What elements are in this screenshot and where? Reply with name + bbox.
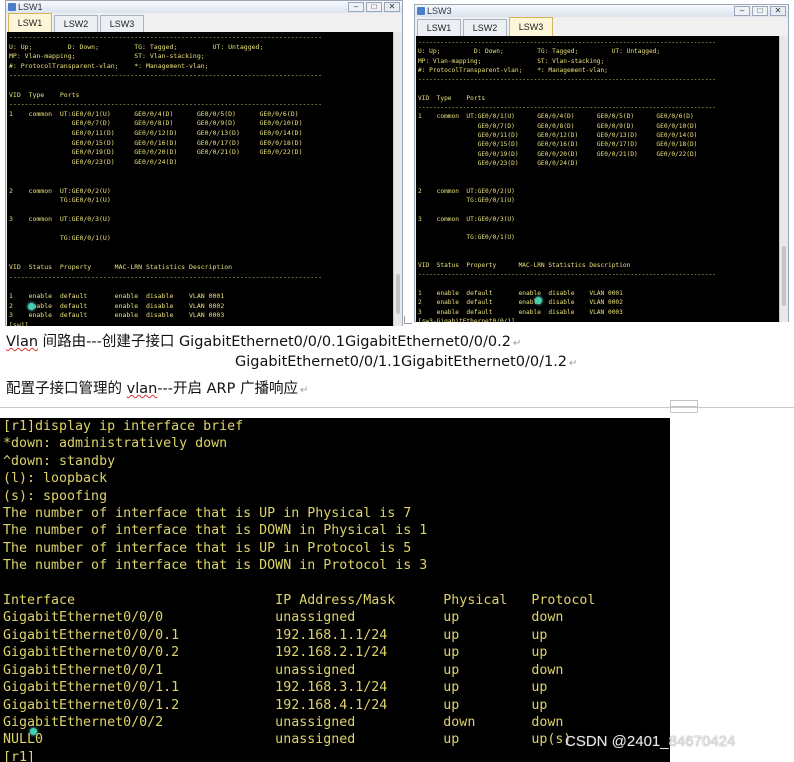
mouse-cursor-icon [535,297,542,304]
lsw1-terminal-output: ----------------------------------------… [9,33,323,326]
tab-lsw3[interactable]: LSW3 [509,17,553,36]
doc-line-3-a: 配置子接口管理的 [6,381,127,397]
maximize-button[interactable]: □ [366,2,382,12]
tab-lsw2[interactable]: LSW2 [463,19,507,36]
lsw1-window: LSW1 – □ ✕ LSW1 LSW2 LSW3 --------------… [5,0,403,326]
lsw3-titlebar: LSW3 – □ ✕ [415,5,788,17]
lsw3-tabbar: LSW1 LSW2 LSW3 [417,17,555,36]
doc-line-1: Vlan 间路由---创建子接口 GigabitEthernet0/0/0.1G… [6,330,521,351]
close-button[interactable]: ✕ [770,6,786,16]
doc-line-2: GigabitEthernet0/0/1.1GigabitEthernet0/0… [235,354,577,370]
close-button[interactable]: ✕ [384,2,400,12]
scroll-thumb[interactable] [782,246,786,306]
scroll-thumb[interactable] [396,274,400,314]
router-terminal[interactable]: [r1]display ip interface brief *down: ad… [0,418,670,762]
lsw3-title: LSW3 [427,6,452,16]
maximize-button[interactable]: □ [752,6,768,16]
tab-lsw1[interactable]: LSW1 [417,19,461,36]
watermark: CSDN @2401_84670424 [565,733,736,750]
lsw3-terminal-output: ----------------------------------------… [418,39,717,322]
corner-mark [404,316,412,324]
table-handle-icon [670,400,698,413]
app-icon [417,7,425,15]
doc-vlan-word: vlan [126,381,158,397]
tab-lsw2[interactable]: LSW2 [54,15,98,32]
lsw1-scrollbar[interactable] [393,32,402,326]
router-terminal-output: [r1]display ip interface brief *down: ad… [3,419,596,762]
tab-lsw3[interactable]: LSW3 [100,15,144,32]
paragraph-mark-icon: ↵ [512,338,522,349]
lsw1-title: LSW1 [18,2,43,12]
doc-vlan-word: Vlan [6,334,39,350]
doc-line-3-c: ---开启 ARP 广播响应 [157,381,298,397]
lsw1-tabbar: LSW1 LSW2 LSW3 [8,13,146,32]
paragraph-mark-icon: ↵ [299,385,309,396]
window-controls: – □ ✕ [734,6,786,16]
doc-line-1-text: 间路由---创建子接口 GigabitEthernet0/0/0.1Gigabi… [38,334,511,350]
lsw3-scrollbar[interactable] [779,36,788,322]
mouse-cursor-icon [30,728,37,735]
lsw1-titlebar: LSW1 – □ ✕ [6,1,402,13]
lsw3-window: LSW3 – □ ✕ LSW1 LSW2 LSW3 --------------… [414,4,789,322]
mouse-cursor-icon [28,303,35,310]
minimize-button[interactable]: – [734,6,750,16]
tab-lsw1[interactable]: LSW1 [8,13,52,32]
window-controls: – □ ✕ [348,2,400,12]
paragraph-mark-icon: ↵ [569,358,578,369]
minimize-button[interactable]: – [348,2,364,12]
lsw1-terminal[interactable]: ----------------------------------------… [7,32,394,326]
doc-line-2-text: GigabitEthernet0/0/1.1GigabitEthernet0/0… [235,354,568,370]
doc-line-3: 配置子接口管理的 vlan---开启 ARP 广播响应 ↵ [6,377,308,398]
lsw3-terminal[interactable]: ----------------------------------------… [416,36,780,322]
app-icon [8,3,16,11]
